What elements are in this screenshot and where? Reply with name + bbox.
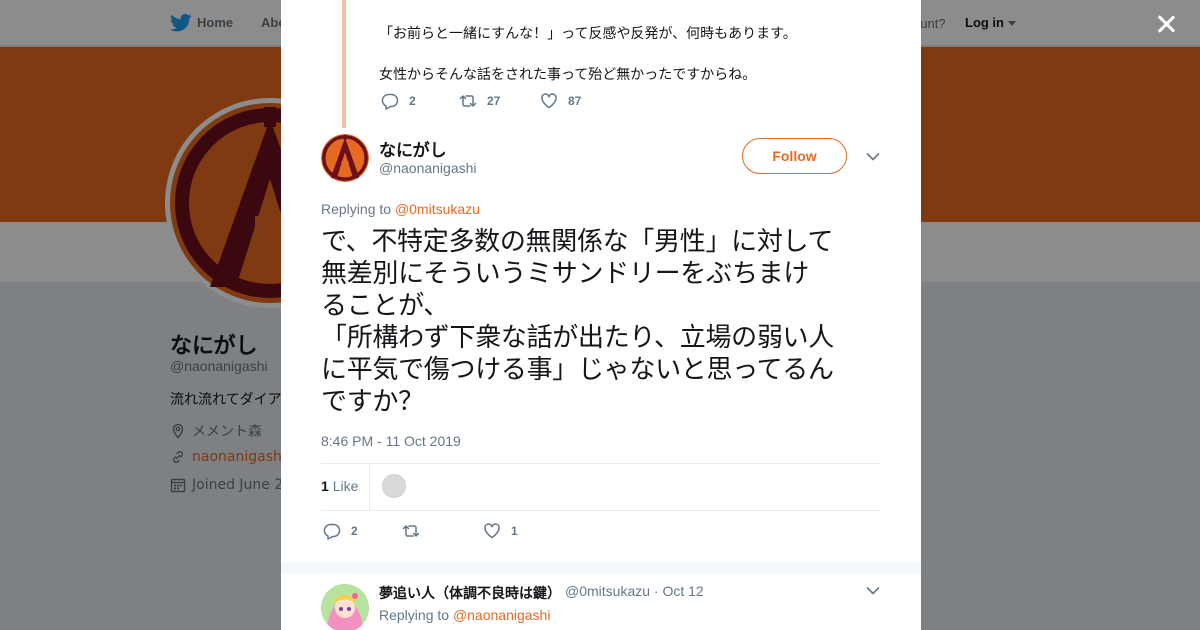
like-stats-count: 1 xyxy=(321,478,329,494)
reply-icon xyxy=(381,93,399,110)
tweet-author-name[interactable]: なにがし xyxy=(379,136,447,161)
previous-tweet-reply-button[interactable]: 2 xyxy=(381,92,416,110)
reply-author-name[interactable]: 夢追い人（体調不良時は鍵） xyxy=(379,583,561,603)
tweet-timestamp[interactable]: 8:46 PM - 11 Oct 2019 xyxy=(321,433,461,449)
reply-replying-to-prefix: Replying to xyxy=(379,607,453,623)
retweet-button[interactable] xyxy=(402,522,430,540)
previous-tweet-reply-count: 2 xyxy=(409,94,416,108)
tweet-permalink-modal: 「お前らと一緒にすんな！」って反感や反発が、何時もあります。 女性からそんな話を… xyxy=(281,0,921,630)
thread-connector-line xyxy=(342,0,346,128)
replying-to-prefix: Replying to xyxy=(321,201,395,217)
tweet-text: で、不特定多数の無関係な「男性」に対して 無差別にそういうミサンドリーをぶちまけ… xyxy=(321,227,834,417)
previous-tweet-text-line2: 女性からそんな話をされた事って殆ど無かったですからね。 xyxy=(379,67,757,83)
close-icon[interactable] xyxy=(1152,10,1180,38)
chevron-down-icon[interactable] xyxy=(866,586,880,596)
previous-tweet-retweet-count: 27 xyxy=(487,94,501,108)
reply-button[interactable]: 2 xyxy=(323,522,358,540)
retweet-icon xyxy=(459,95,477,107)
liker-avatar[interactable] xyxy=(382,474,406,498)
previous-tweet-retweet-button[interactable]: 27 xyxy=(459,92,500,110)
reply-icon xyxy=(323,523,341,540)
tweet-author-handle[interactable]: @naonanigashi xyxy=(379,160,477,176)
stats-divider-top xyxy=(321,463,881,464)
stats-separator xyxy=(369,464,370,510)
previous-tweet-text-line1: 「お前らと一緒にすんな！」って反感や反発が、何時もあります。 xyxy=(379,26,797,42)
like-button[interactable]: 1 xyxy=(483,522,518,540)
chevron-down-icon[interactable] xyxy=(866,152,880,162)
tweet-author-avatar[interactable] xyxy=(321,134,369,182)
reply-author-handle[interactable]: @0mitsukazu · Oct 12 xyxy=(565,583,704,599)
heart-icon xyxy=(484,523,500,539)
previous-tweet-like-count: 87 xyxy=(568,94,582,108)
reply-author-avatar[interactable] xyxy=(321,584,369,630)
previous-tweet-like-button[interactable]: 87 xyxy=(540,92,581,110)
reply-replying-to-mention-link[interactable]: @naonanigashi xyxy=(453,607,551,623)
follow-button[interactable]: Follow xyxy=(742,138,847,174)
stats-divider-bottom xyxy=(321,510,881,511)
reply-count: 2 xyxy=(351,524,358,538)
replying-to-mention-link[interactable]: @0mitsukazu xyxy=(395,201,480,217)
replying-to-line: Replying to @0mitsukazu xyxy=(321,201,480,217)
like-stats-label: Like xyxy=(332,478,359,494)
retweet-icon xyxy=(402,525,420,537)
replies-section-divider xyxy=(281,562,921,574)
reply-replying-to-line: Replying to @naonanigashi xyxy=(379,607,550,623)
heart-icon xyxy=(541,93,557,109)
like-count: 1 xyxy=(511,524,518,538)
like-stats[interactable]: 1 Like xyxy=(321,478,358,494)
